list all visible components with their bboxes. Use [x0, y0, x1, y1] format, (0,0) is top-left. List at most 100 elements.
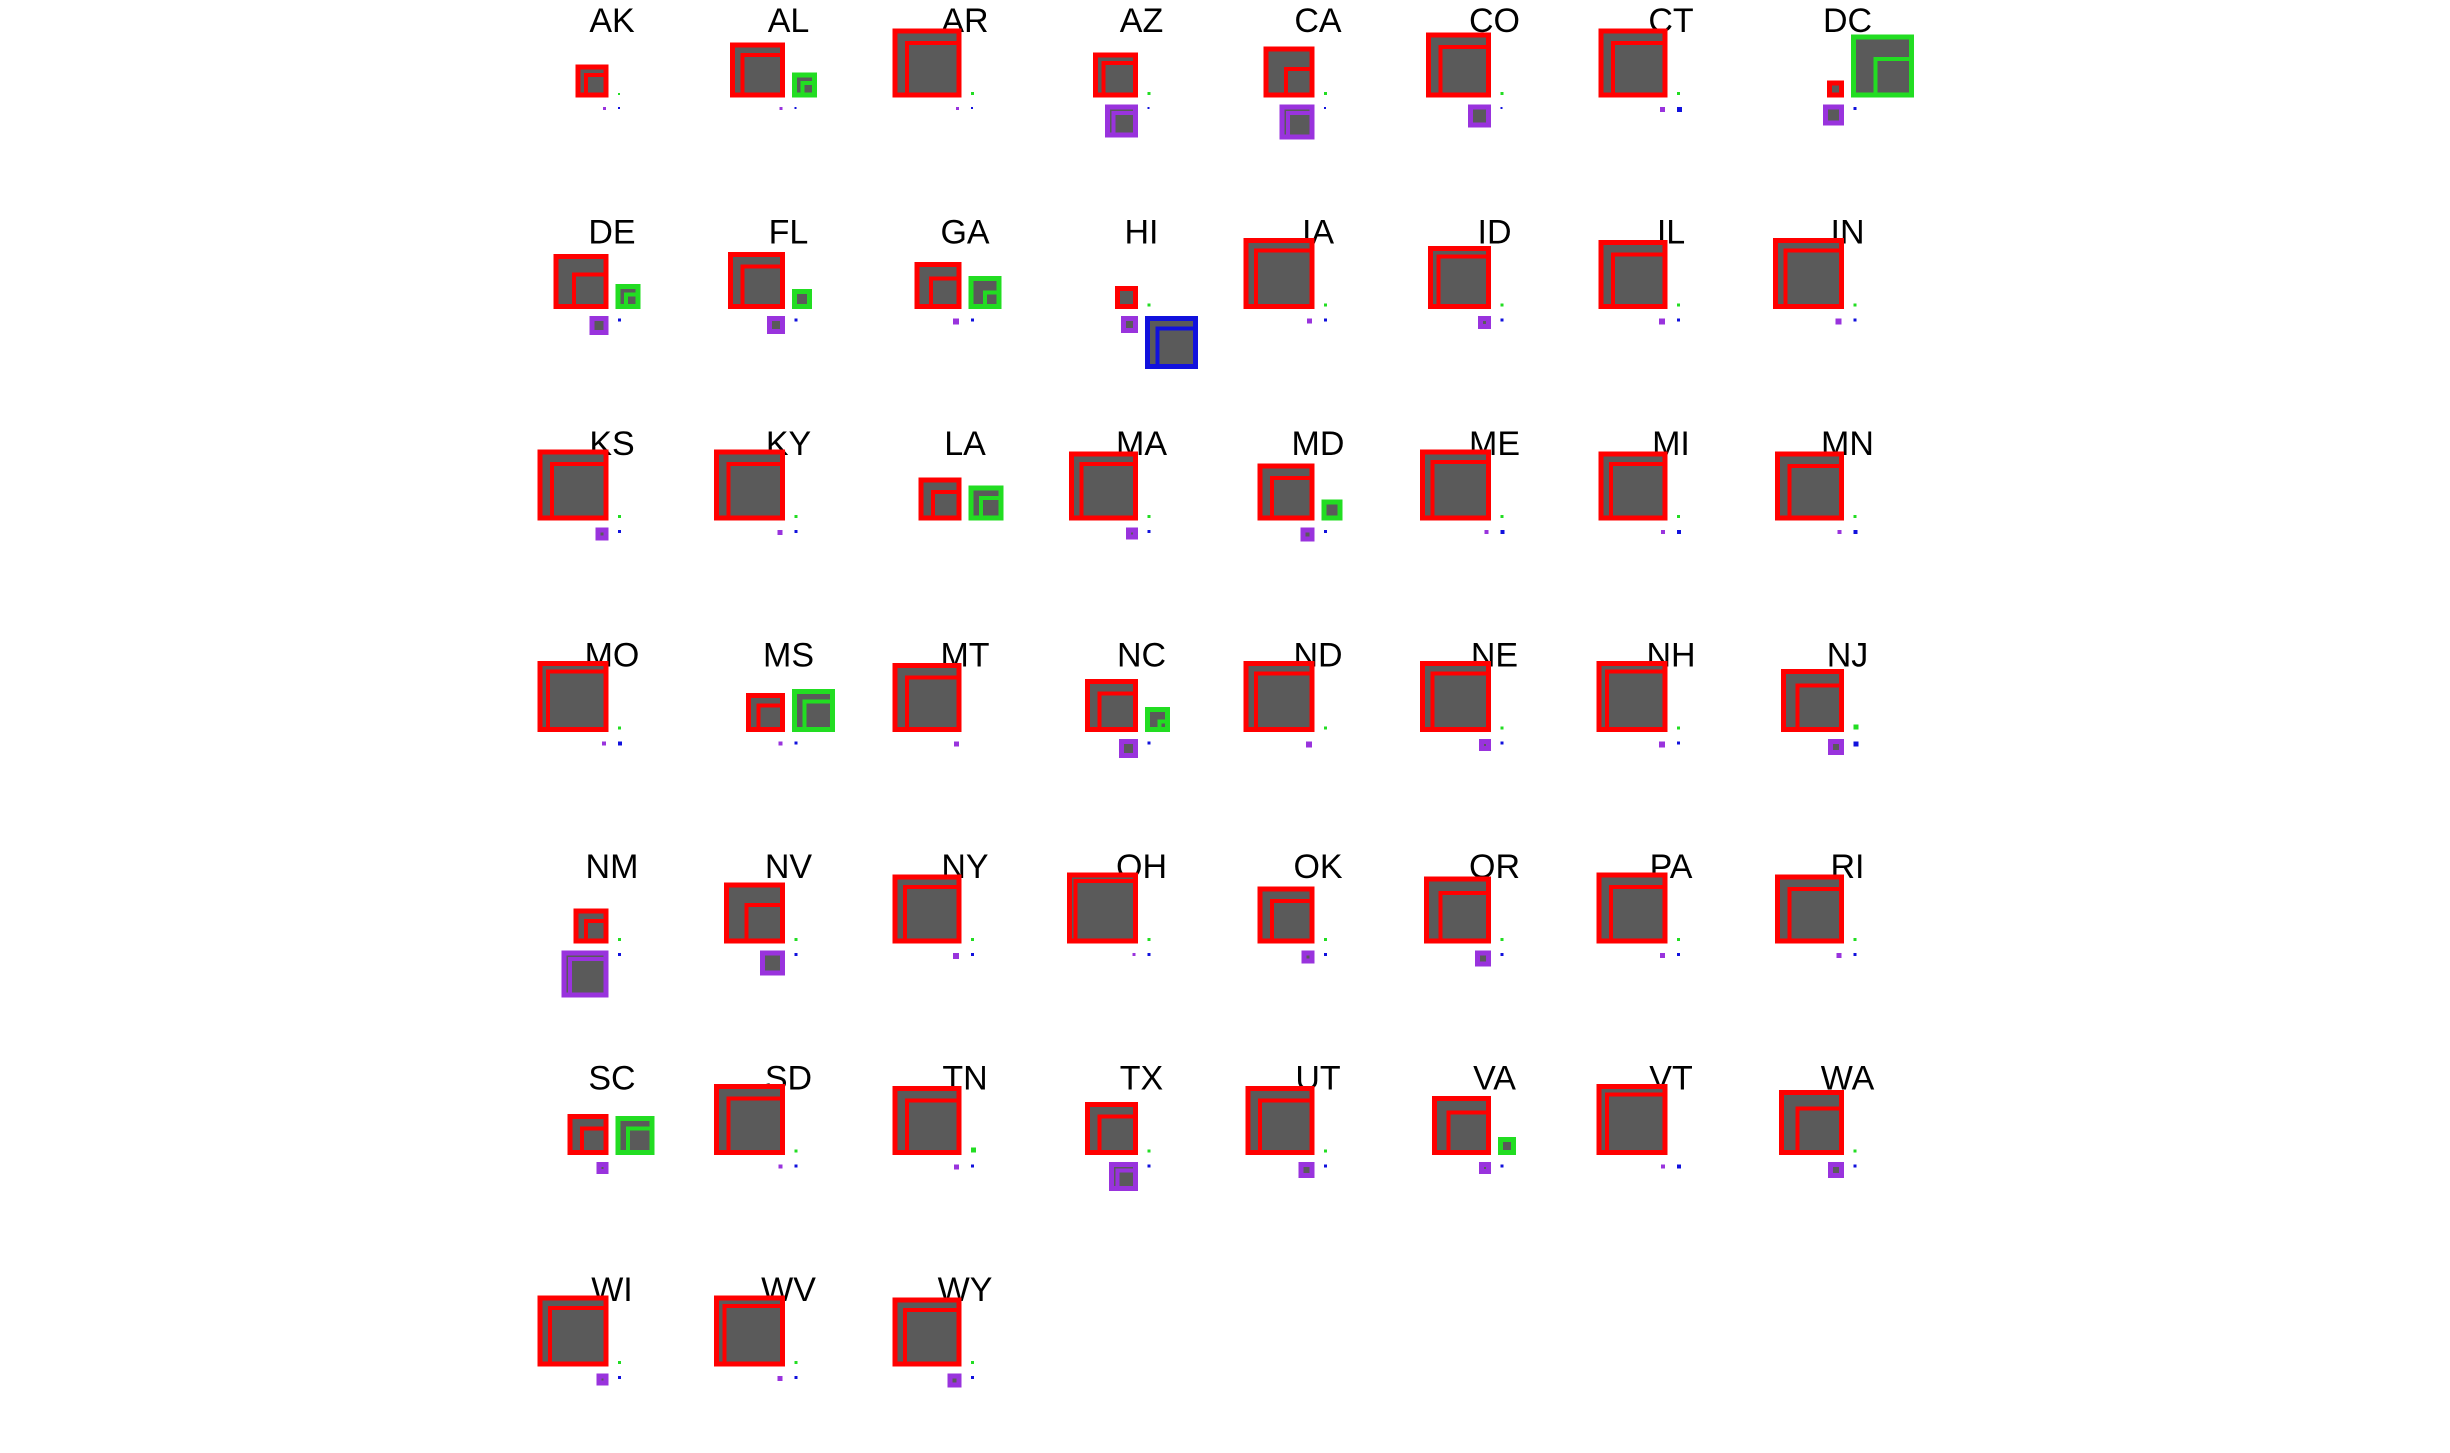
state-glyph-wv: WV: [714, 1271, 816, 1381]
green-mark: [971, 92, 974, 95]
state-glyph-tn: TN: [892, 1060, 988, 1170]
purple-square: [1478, 316, 1491, 329]
state-glyph-vt: VT: [1596, 1060, 1693, 1169]
purple-mark: [1660, 953, 1665, 958]
purple-square: [1301, 950, 1315, 964]
red-square: [1257, 463, 1315, 521]
red-square: [1598, 240, 1668, 309]
green-mark: [1147, 303, 1151, 307]
purple-square: [589, 316, 609, 335]
blue-square: [1145, 316, 1198, 369]
purple-mark: [1307, 318, 1312, 324]
green-mark: [1147, 938, 1151, 941]
state-glyph-ar: AR: [892, 2, 989, 110]
green-square: [1321, 499, 1343, 521]
red-square: [724, 882, 785, 944]
blue-mark: [618, 1376, 621, 1379]
red-square: [914, 262, 962, 309]
purple-square: [767, 316, 785, 334]
state-glyph-or: OR: [1424, 848, 1520, 967]
blue-mark: [1500, 741, 1504, 745]
blue-mark: [1500, 953, 1504, 956]
state-glyph-md: MD: [1257, 425, 1344, 542]
red-square: [1432, 1096, 1491, 1155]
red-square: [892, 663, 962, 732]
green-mark: [1147, 515, 1151, 518]
blue-mark: [794, 1164, 798, 1168]
blue-mark: [1500, 318, 1504, 322]
green-mark: [1853, 515, 1857, 518]
state-label: CA: [1294, 2, 1342, 40]
red-square: [1424, 876, 1491, 944]
red-square: [1781, 669, 1844, 732]
state-glyph-mn: MN: [1775, 425, 1874, 534]
state-label: NC: [1117, 637, 1166, 675]
green-mark: [1500, 303, 1504, 307]
blue-mark: [618, 953, 621, 956]
green-mark: [1677, 303, 1680, 307]
blue-mark: [794, 530, 798, 533]
green-mark: [794, 515, 798, 518]
purple-square: [1823, 104, 1844, 126]
red-square: [1779, 1090, 1844, 1155]
purple-mark: [778, 1164, 783, 1169]
state-glyph-mo: MO: [537, 637, 639, 746]
purple-mark: [1484, 530, 1489, 534]
state-label: SC: [588, 1060, 635, 1098]
blue-mark: [1853, 1164, 1857, 1168]
state-glyph-il: IL: [1598, 214, 1685, 325]
blue-mark: [1677, 741, 1680, 745]
purple-mark: [1661, 530, 1665, 534]
purple-square: [1119, 739, 1138, 758]
state-glyph-az: AZ: [1093, 2, 1163, 138]
green-mark: [1853, 724, 1859, 730]
green-square: [615, 1116, 655, 1155]
purple-square: [595, 527, 609, 541]
red-square: [1598, 28, 1668, 98]
blue-mark: [1677, 530, 1681, 534]
green-square: [792, 289, 812, 309]
red-square: [1085, 679, 1138, 732]
state-label: NJ: [1827, 637, 1869, 675]
green-mark: [971, 1147, 976, 1153]
green-mark: [1147, 1149, 1151, 1153]
blue-mark: [794, 107, 797, 109]
blue-mark: [971, 1164, 974, 1168]
state-glyph-id: ID: [1428, 214, 1512, 329]
purple-mark: [777, 1376, 783, 1381]
blue-mark: [1147, 107, 1150, 109]
red-square: [1067, 872, 1138, 944]
red-square: [1085, 1102, 1138, 1155]
purple-square: [596, 1373, 609, 1386]
state-label: ID: [1478, 214, 1512, 252]
state-label: GA: [940, 214, 989, 252]
blue-mark: [1853, 107, 1857, 110]
purple-square: [596, 1162, 609, 1174]
green-mark: [1324, 303, 1327, 307]
blue-mark: [1324, 530, 1327, 533]
red-square: [892, 28, 962, 98]
green-square: [792, 689, 835, 732]
red-square: [892, 1086, 962, 1155]
purple-mark: [778, 741, 783, 746]
purple-square: [947, 1373, 962, 1388]
state-glyph-nd: ND: [1243, 637, 1343, 748]
state-glyph-ny: NY: [892, 848, 989, 959]
green-mark: [1853, 303, 1857, 307]
state-glyph-chart: AK AL AR AZ CA CO CT DC DE FL GA HI IA ID IL IN KS KY LA MA…: [537, 2, 1914, 1388]
state-glyph-wa: WA: [1779, 1060, 1875, 1178]
green-mark: [1324, 726, 1327, 730]
green-square: [1498, 1137, 1516, 1155]
green-mark: [1500, 726, 1504, 730]
state-glyph-in: IN: [1773, 214, 1865, 325]
blue-mark: [1147, 953, 1151, 956]
purple-mark: [1836, 953, 1842, 958]
blue-mark: [971, 107, 973, 109]
red-square: [1115, 286, 1138, 309]
state-glyph-ma: MA: [1069, 425, 1167, 540]
blue-mark: [1853, 953, 1857, 956]
purple-mark: [1660, 107, 1665, 112]
green-mark: [618, 515, 621, 518]
red-square: [575, 64, 609, 98]
state-glyph-fl: FL: [728, 214, 812, 334]
